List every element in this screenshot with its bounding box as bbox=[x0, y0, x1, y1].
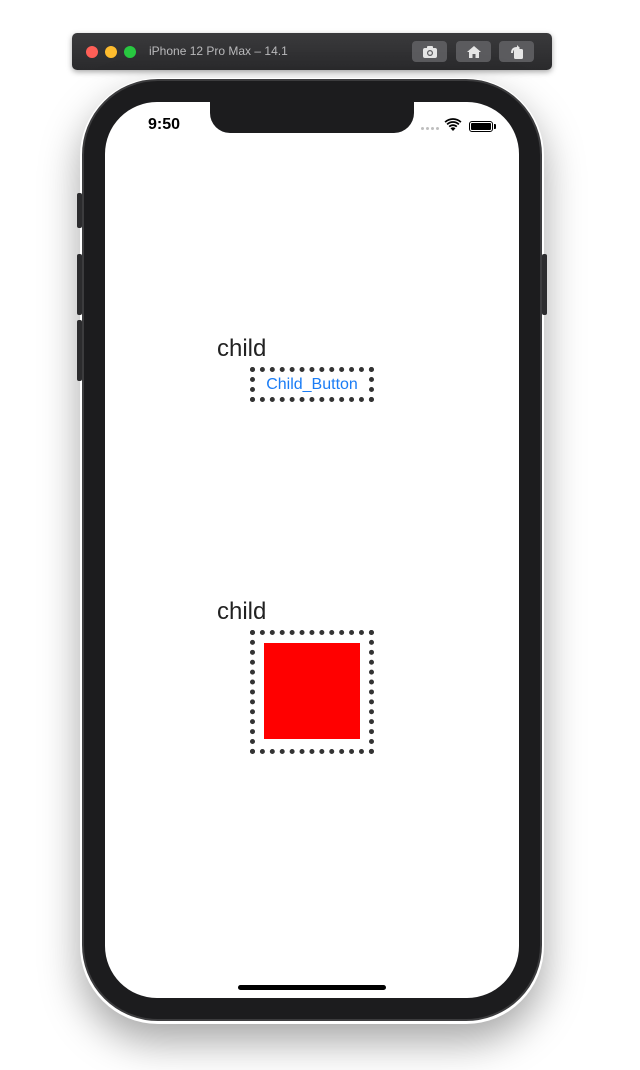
close-window-button[interactable] bbox=[86, 46, 98, 58]
screenshot-icon bbox=[422, 45, 437, 58]
simulator-title-bar: iPhone 12 Pro Max – 14.1 bbox=[72, 33, 552, 70]
home-button[interactable] bbox=[456, 41, 491, 62]
child-button[interactable]: Child_Button bbox=[250, 367, 374, 402]
rotate-button[interactable] bbox=[499, 41, 534, 62]
screenshot-button[interactable] bbox=[412, 41, 447, 62]
home-icon bbox=[466, 45, 481, 58]
minimize-window-button[interactable] bbox=[105, 46, 117, 58]
child-label-1: child bbox=[217, 335, 267, 362]
phone-screen: 9:50 child Child_Button child bbox=[105, 102, 519, 998]
battery-icon bbox=[469, 121, 493, 132]
cellular-signal-icon bbox=[421, 127, 439, 130]
notch bbox=[210, 102, 414, 133]
volume-up-button bbox=[77, 254, 82, 315]
rotate-icon bbox=[510, 44, 523, 59]
red-square-view bbox=[264, 643, 360, 739]
wifi-icon bbox=[444, 118, 462, 131]
zoom-window-button[interactable] bbox=[124, 46, 136, 58]
silent-switch bbox=[77, 193, 82, 228]
home-indicator[interactable] bbox=[238, 985, 386, 990]
simulator-stage: iPhone 12 Pro Max – 14.1 9:50 child Chil… bbox=[0, 0, 640, 1070]
simulator-title: iPhone 12 Pro Max – 14.1 bbox=[149, 44, 288, 58]
status-time: 9:50 bbox=[148, 116, 181, 133]
child-label-2: child bbox=[217, 598, 267, 625]
side-button bbox=[542, 254, 547, 315]
volume-down-button bbox=[77, 320, 82, 381]
